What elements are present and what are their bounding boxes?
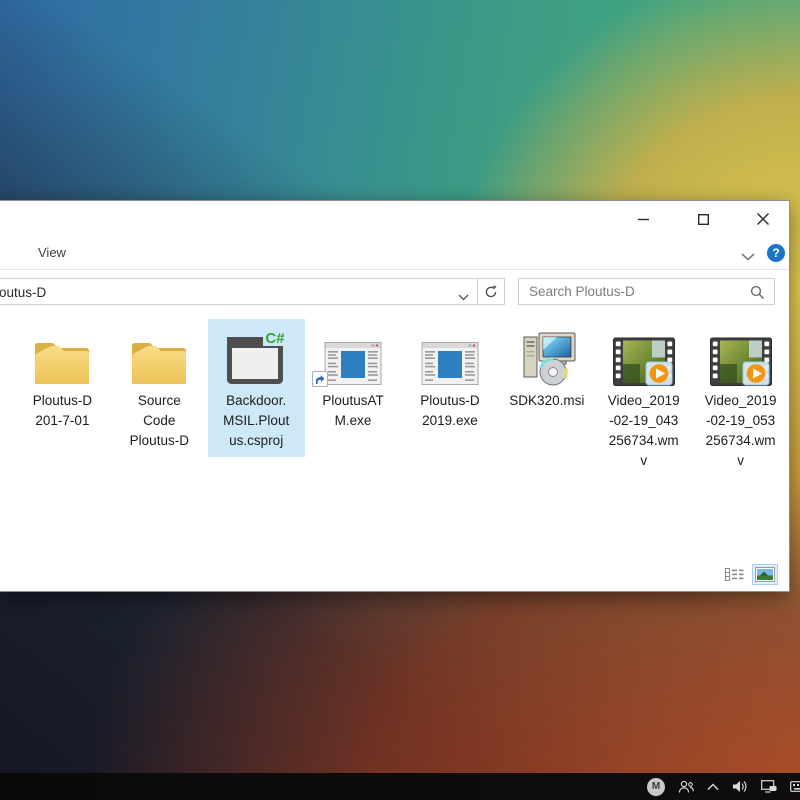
- statusbar: [0, 559, 789, 591]
- details-view-button[interactable]: [722, 565, 746, 584]
- close-icon: [757, 213, 769, 225]
- explorer-window: Ploutus-D View ? Ploutus-D: [0, 200, 790, 592]
- folder-icon: [112, 323, 207, 387]
- file-tile-folder-source-code[interactable]: SourceCodePloutus-D: [111, 319, 208, 457]
- search-icon[interactable]: [750, 285, 765, 305]
- file-tile-csproj-selected[interactable]: C# Backdoor.MSIL.Ploutus.csproj: [208, 319, 305, 457]
- file-tile-video-043256734-wmv[interactable]: Video_2019-02-19_043 256734.wmv: [595, 319, 692, 477]
- file-name: Video_2019-02-19_053 256734.wmv: [693, 391, 788, 471]
- expand-ribbon-button[interactable]: [741, 248, 755, 266]
- file-tile-folder-ploutus-d-201-7-01[interactable]: Ploutus-D201-7-01: [14, 319, 111, 437]
- minimize-button[interactable]: [620, 201, 666, 237]
- file-name: PloutusATM.exe: [306, 391, 401, 431]
- minimize-icon: [638, 214, 649, 225]
- file-name: Backdoor.MSIL.Ploutus.csproj: [209, 391, 304, 451]
- titlebar[interactable]: Ploutus-D: [0, 201, 789, 237]
- address-row: Ploutus-D: [0, 278, 789, 305]
- help-icon: ?: [772, 246, 779, 260]
- address-dropdown-button[interactable]: [458, 288, 469, 305]
- installer-icon: [499, 323, 594, 387]
- file-tile-ploutusatm-exe[interactable]: PloutusATM.exe: [305, 319, 402, 437]
- file-list: Ploutus-D201-7-01 SourceCodePloutus-D: [0, 306, 789, 561]
- application-icon: [306, 323, 401, 387]
- video-thumbnail-icon: [693, 323, 788, 387]
- address-bar[interactable]: Ploutus-D: [0, 278, 478, 305]
- window-title: Ploutus-D: [0, 211, 8, 229]
- svg-text:C#: C#: [266, 330, 286, 347]
- file-name: SourceCodePloutus-D: [112, 391, 207, 451]
- people-icon[interactable]: [678, 780, 694, 794]
- file-name: Ploutus-D201-7-01: [15, 391, 110, 431]
- help-button[interactable]: ?: [767, 244, 785, 262]
- file-name: SDK320.msi: [499, 391, 594, 411]
- video-thumbnail-icon: [596, 323, 691, 387]
- chevron-down-icon: [458, 294, 469, 301]
- thumbnail-view-icon: [755, 567, 775, 582]
- user-avatar[interactable]: M: [647, 778, 665, 796]
- file-tile-video-053256734-wmv[interactable]: Video_2019-02-19_053 256734.wmv: [692, 319, 789, 477]
- maximize-button[interactable]: [680, 201, 726, 237]
- shortcut-arrow-icon: [312, 371, 328, 387]
- close-button[interactable]: [740, 201, 786, 237]
- keyboard-icon[interactable]: [790, 781, 800, 792]
- maximize-icon: [698, 214, 709, 225]
- search-input[interactable]: [519, 279, 774, 304]
- file-name: Ploutus-D2019.exe: [403, 391, 498, 431]
- ribbon-tabs-row: View ?: [0, 237, 789, 270]
- search-box: [518, 278, 775, 305]
- details-view-icon: [725, 568, 744, 582]
- taskbar: M: [0, 773, 800, 800]
- chevron-up-icon[interactable]: [707, 783, 719, 791]
- volume-icon[interactable]: [732, 780, 748, 793]
- address-path: Ploutus-D: [0, 284, 440, 302]
- folder-icon: [15, 323, 110, 387]
- refresh-icon: [484, 285, 498, 299]
- refresh-button[interactable]: [477, 278, 505, 305]
- file-name: Video_2019-02-19_043 256734.wmv: [596, 391, 691, 471]
- file-tile-sdk320-msi[interactable]: SDK320.msi: [498, 319, 595, 417]
- application-icon: [403, 323, 498, 387]
- csharp-project-icon: C#: [209, 323, 304, 387]
- chevron-down-icon: [741, 253, 755, 261]
- display-notification-icon[interactable]: [761, 780, 777, 793]
- tab-view[interactable]: View: [38, 245, 66, 260]
- file-tile-ploutus-d-2019-exe[interactable]: Ploutus-D2019.exe: [402, 319, 499, 437]
- large-thumbnails-view-button[interactable]: [753, 565, 777, 584]
